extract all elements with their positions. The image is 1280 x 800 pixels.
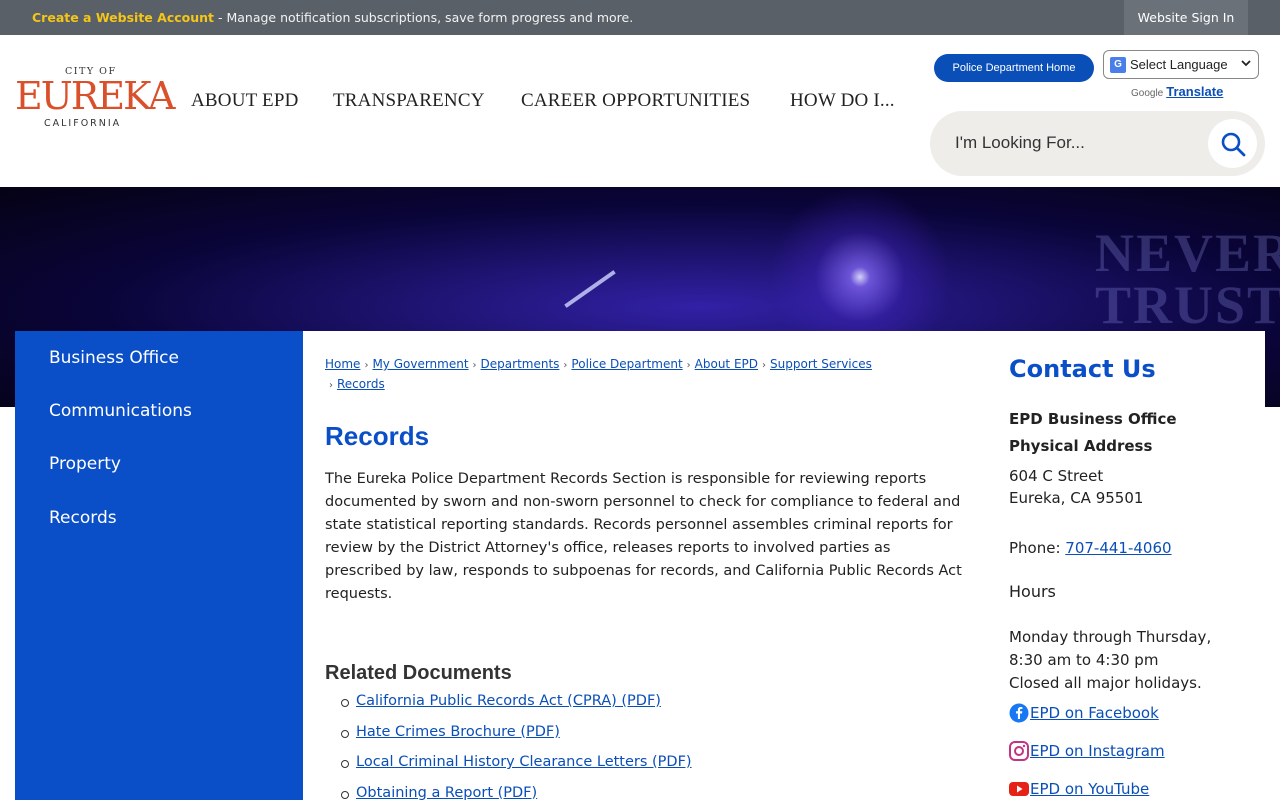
create-account-link[interactable]: Create a Website Account — [32, 10, 214, 25]
main-content: Home › My Government › Departments › Police De… — [303, 331, 1265, 800]
breadcrumb-police-department[interactable]: Police Department — [571, 357, 682, 371]
instagram-link[interactable]: EPD on Instagram — [1030, 742, 1165, 760]
search-icon — [1221, 132, 1245, 156]
language-select[interactable]: G Select Language — [1103, 50, 1259, 79]
list-item: Local Criminal History Clearance Letters… — [341, 754, 692, 785]
logo-name: EUREKA — [15, 74, 175, 118]
nav-transparency[interactable]: TRANSPARENCY — [333, 90, 485, 112]
website-sign-in-button[interactable]: Website Sign In — [1124, 0, 1248, 35]
breadcrumb: Home › My Government › Departments › Police De… — [325, 355, 945, 395]
search-input[interactable]: I'm Looking For... — [955, 133, 1085, 153]
breadcrumb-my-government[interactable]: My Government — [372, 357, 468, 371]
breadcrumb-separator: › — [364, 360, 369, 371]
hours-line-2: 8:30 am to 4:30 pm — [1009, 651, 1159, 669]
document-link-hate-crimes[interactable]: Hate Crimes Brochure (PDF) — [356, 724, 560, 740]
nav-how-do-i[interactable]: HOW DO I... — [790, 90, 895, 112]
list-item: California Public Records Act (CPRA) (PD… — [341, 693, 692, 724]
city-logo[interactable]: CITY OF EUREKA CALIFORNIA — [15, 66, 175, 132]
phone-label: Phone: — [1009, 539, 1066, 557]
youtube-link[interactable]: EPD on YouTube — [1030, 780, 1149, 798]
nav-about-epd[interactable]: ABOUT EPD — [191, 90, 299, 112]
document-link-clearance-letters[interactable]: Local Criminal History Clearance Letters… — [356, 754, 692, 770]
google-label: Google — [1131, 88, 1164, 99]
hours-line-1: Monday through Thursday, — [1009, 628, 1212, 646]
breadcrumb-support-services[interactable]: Support Services — [770, 357, 872, 371]
notification-text: - Manage notification subscriptions, sav… — [214, 10, 634, 25]
contact-heading: Contact Us — [1009, 355, 1156, 383]
contact-city: Eureka, CA 95501 — [1009, 489, 1144, 507]
document-link-obtaining-report[interactable]: Obtaining a Report (PDF) — [356, 785, 537, 800]
breadcrumb-separator: › — [762, 360, 767, 371]
translate-link[interactable]: Translate — [1166, 84, 1223, 99]
breadcrumb-home[interactable]: Home — [325, 357, 360, 371]
sidebar-item-communications[interactable]: Communications — [49, 401, 192, 421]
notification-message: Create a Website Account - Manage notifi… — [32, 10, 633, 25]
facebook-icon — [1009, 703, 1029, 723]
breadcrumb-separator: › — [563, 360, 568, 371]
hours-heading: Hours — [1009, 582, 1056, 601]
youtube-link-row[interactable]: EPD on YouTube — [1009, 779, 1149, 799]
nav-career-opportunities[interactable]: CAREER OPPORTUNITIES — [521, 90, 750, 112]
facebook-link[interactable]: EPD on Facebook — [1030, 704, 1159, 722]
google-translate-icon: G — [1110, 56, 1126, 73]
list-item: Hate Crimes Brochure (PDF) — [341, 724, 692, 755]
breadcrumb-separator: › — [472, 360, 477, 371]
list-item: Obtaining a Report (PDF) — [341, 785, 692, 800]
sidebar: Business Office Communications Property … — [15, 331, 303, 800]
document-link-cpra[interactable]: California Public Records Act (CPRA) (PD… — [356, 693, 661, 709]
youtube-icon — [1009, 779, 1029, 799]
facebook-link-row[interactable]: EPD on Facebook — [1009, 703, 1159, 723]
search-box[interactable]: I'm Looking For... — [930, 111, 1265, 176]
hero-background-text: NEVER TRUST — [1095, 223, 1280, 335]
contact-panel: Contact Us EPD Business Office Physical … — [1009, 355, 1249, 798]
contact-address-label: Physical Address — [1009, 437, 1153, 455]
sidebar-item-business-office[interactable]: Business Office — [49, 348, 179, 368]
breadcrumb-records[interactable]: Records — [337, 377, 385, 391]
hero-light-streak — [564, 270, 616, 308]
related-documents-list: California Public Records Act (CPRA) (PD… — [341, 693, 692, 800]
page-title: Records — [325, 421, 430, 451]
instagram-link-row[interactable]: EPD on Instagram — [1009, 741, 1165, 761]
breadcrumb-departments[interactable]: Departments — [481, 357, 560, 371]
contact-street: 604 C Street — [1009, 467, 1104, 485]
google-translate-attribution: Google Translate — [1131, 84, 1223, 99]
language-select-value: Select Language — [1130, 57, 1228, 72]
site-header: CITY OF EUREKA CALIFORNIA ABOUT EPD TRAN… — [0, 35, 1280, 187]
sidebar-item-records[interactable]: Records — [49, 508, 117, 528]
hours-line-3: Closed all major holidays. — [1009, 674, 1202, 692]
breadcrumb-about-epd[interactable]: About EPD — [695, 357, 758, 371]
breadcrumb-separator: › — [329, 380, 333, 391]
sidebar-item-property[interactable]: Property — [49, 454, 121, 474]
contact-phone-row: Phone: 707-441-4060 — [1009, 539, 1172, 557]
contact-org: EPD Business Office — [1009, 410, 1177, 428]
related-documents-heading: Related Documents — [325, 662, 512, 684]
notification-bar: Create a Website Account - Manage notifi… — [0, 0, 1280, 35]
logo-state: CALIFORNIA — [44, 118, 122, 129]
instagram-icon — [1009, 741, 1029, 761]
chevron-down-icon — [1240, 57, 1252, 72]
police-department-home-button[interactable]: Police Department Home — [934, 54, 1094, 82]
search-button[interactable] — [1208, 119, 1257, 168]
breadcrumb-separator: › — [686, 360, 691, 371]
page-description: The Eureka Police Department Records Sec… — [325, 471, 962, 602]
phone-link[interactable]: 707-441-4060 — [1065, 539, 1171, 557]
